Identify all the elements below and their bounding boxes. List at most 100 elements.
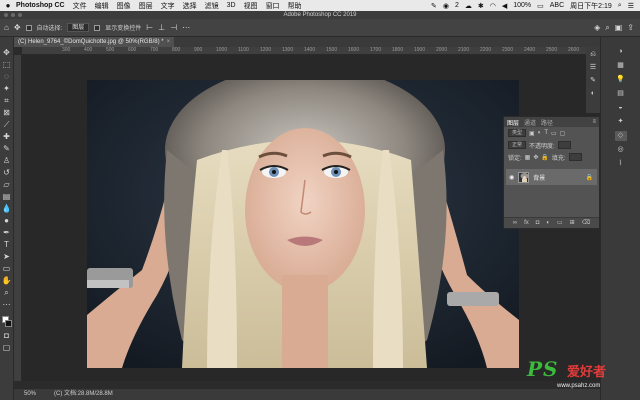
menu-help[interactable]: 帮助 <box>288 1 302 11</box>
menu-view[interactable]: 视图 <box>244 1 258 11</box>
layer-kind-filter[interactable]: 类型 <box>508 129 527 137</box>
lock-all-icon[interactable]: 🔒 <box>541 154 548 161</box>
home-icon[interactable]: ⌂ <box>4 23 9 32</box>
zoom-icon[interactable]: ⌕ <box>1 287 13 298</box>
libraries-panel-icon[interactable]: ▤ <box>615 89 627 99</box>
adjust-panel-icon[interactable]: ◐ <box>587 89 599 99</box>
horizontal-ruler[interactable]: 300 400 500 600 700 800 900 1000 1100 1200 1300 140… <box>22 47 600 55</box>
menu-filter[interactable]: 滤镜 <box>205 1 219 11</box>
crop-icon[interactable]: ⌗ <box>1 95 13 106</box>
tab-layers[interactable]: 图层 <box>507 118 519 127</box>
more-tools-icon[interactable]: ⋯ <box>1 299 13 310</box>
menu-select[interactable]: 选择 <box>183 1 197 11</box>
adjustments-panel-icon[interactable]: ◒ <box>615 103 627 113</box>
marquee-icon[interactable]: ⬚ <box>1 59 13 70</box>
cloud-icon[interactable]: ☁ <box>465 2 472 10</box>
screen-mode-icon[interactable]: ▢ <box>1 342 13 353</box>
align-left-icon[interactable]: ⊢ <box>146 23 153 32</box>
properties-panel-icon[interactable]: ☰ <box>587 63 599 73</box>
search-icon[interactable]: ⌕ <box>618 2 622 10</box>
color-swatches[interactable] <box>1 315 13 329</box>
close-tab-icon[interactable]: × <box>167 37 171 47</box>
menu-file[interactable]: 文件 <box>73 1 87 11</box>
app-menu[interactable]: Photoshop CC <box>16 2 65 9</box>
filter-adjust-icon[interactable]: ◐ <box>538 130 542 136</box>
show-transform-checkbox[interactable] <box>94 24 101 31</box>
search-tool-icon[interactable]: ⌕ <box>605 23 609 33</box>
quick-mask-icon[interactable]: ◘ <box>1 330 13 341</box>
menu-layer[interactable]: 图层 <box>139 1 153 11</box>
learn-panel-icon[interactable]: 💡 <box>615 75 627 85</box>
gradient-icon[interactable]: ▤ <box>1 191 13 202</box>
wifi-icon[interactable]: ◠ <box>490 2 496 10</box>
move-tool-preset-icon[interactable]: ✥ <box>14 23 21 32</box>
pen-icon[interactable]: ✎ <box>431 2 437 10</box>
color-panel-icon[interactable]: ◑ <box>615 47 627 57</box>
link-layers-icon[interactable]: ∞ <box>513 218 517 228</box>
auto-select-checkbox[interactable] <box>25 24 32 31</box>
swatches-panel-icon[interactable]: ▦ <box>615 61 627 71</box>
align-right-icon[interactable]: ⊣ <box>170 23 177 32</box>
tab-paths[interactable]: 路径 <box>541 118 553 127</box>
user-badge[interactable]: ABC <box>550 2 564 9</box>
move-icon[interactable]: ✥ <box>1 47 13 58</box>
channels-panel-icon[interactable]: ◎ <box>615 145 627 155</box>
menu-image[interactable]: 图像 <box>117 1 131 11</box>
bluetooth-icon[interactable]: ✱ <box>478 2 484 10</box>
volume-icon[interactable]: ◀ <box>502 2 507 10</box>
blur-icon[interactable]: 💧 <box>1 203 13 214</box>
zoom-window-icon[interactable] <box>18 13 22 17</box>
brush-icon[interactable]: ✎ <box>1 143 13 154</box>
eye-icon[interactable]: ◉ <box>509 174 514 181</box>
tab-channels[interactable]: 通道 <box>524 118 536 127</box>
share-icon[interactable]: ⇪ <box>627 23 634 33</box>
pen-tool-icon[interactable]: ✒ <box>1 227 13 238</box>
paths-panel-icon[interactable]: ⌇ <box>615 159 627 169</box>
stamp-icon[interactable]: ♙ <box>1 155 13 166</box>
chat-icon[interactable]: ◉ <box>443 2 449 10</box>
shape-icon[interactable]: ▭ <box>1 263 13 274</box>
notification-count[interactable]: 2 <box>455 2 459 9</box>
layer-name[interactable]: 背景 <box>533 173 545 182</box>
align-center-icon[interactable]: ⊥ <box>158 23 165 32</box>
layers-panel-icon[interactable]: ◇ <box>614 131 627 141</box>
history-brush-icon[interactable]: ↺ <box>1 167 13 178</box>
lock-icon[interactable]: 🔒 <box>586 174 597 181</box>
filter-type-icon[interactable]: T <box>544 130 548 136</box>
document-image[interactable] <box>87 80 519 368</box>
styles-panel-icon[interactable]: ✦ <box>615 117 627 127</box>
new-layer-icon[interactable]: ⊞ <box>570 218 575 228</box>
add-mask-icon[interactable]: ◘ <box>536 218 540 228</box>
workspace-icon[interactable]: ▣ <box>615 23 623 33</box>
brush-panel-icon[interactable]: ✎ <box>587 76 599 86</box>
filter-pixel-icon[interactable]: ▣ <box>529 130 535 137</box>
blend-mode-dropdown[interactable]: 正常 <box>508 141 527 149</box>
dodge-icon[interactable]: ● <box>1 215 13 226</box>
document-tab[interactable]: (C) Helen_9764_©DomQuichotte.jpg @ 50%(R… <box>14 37 175 47</box>
document-info[interactable]: (C) 文档:28.8M/28.8M <box>54 389 113 400</box>
3d-mode-icon[interactable]: ◈ <box>594 23 600 33</box>
quick-select-icon[interactable]: ✦ <box>1 83 13 94</box>
new-group-icon[interactable]: ▭ <box>557 218 563 228</box>
type-icon[interactable]: T <box>1 239 13 250</box>
eraser-icon[interactable]: ▱ <box>1 179 13 190</box>
menu-edit[interactable]: 编辑 <box>95 1 109 11</box>
fx-icon[interactable]: fx <box>524 218 529 228</box>
eyedropper-icon[interactable]: ⟋ <box>1 119 13 130</box>
filter-smart-icon[interactable]: ▢ <box>560 130 566 137</box>
menu-type[interactable]: 文字 <box>161 1 175 11</box>
lock-pixels-icon[interactable]: ▦ <box>525 154 531 161</box>
vertical-ruler[interactable] <box>14 55 22 381</box>
menu-3d[interactable]: 3D <box>227 2 236 9</box>
lasso-icon[interactable]: ◌ <box>1 71 13 82</box>
auto-select-dropdown[interactable]: 图层 <box>67 23 90 32</box>
path-select-icon[interactable]: ➤ <box>1 251 13 262</box>
control-center-icon[interactable]: ☰ <box>628 2 634 10</box>
frame-icon[interactable]: ⊠ <box>1 107 13 118</box>
battery-icon[interactable]: ▭ <box>537 2 544 10</box>
distribute-icon[interactable]: ⋯ <box>182 23 190 32</box>
clock[interactable]: 周日下午2:19 <box>570 1 612 11</box>
filter-shape-icon[interactable]: ▭ <box>551 130 557 137</box>
healing-icon[interactable]: ✚ <box>1 131 13 142</box>
history-panel-icon[interactable]: ⎌ <box>587 50 599 60</box>
